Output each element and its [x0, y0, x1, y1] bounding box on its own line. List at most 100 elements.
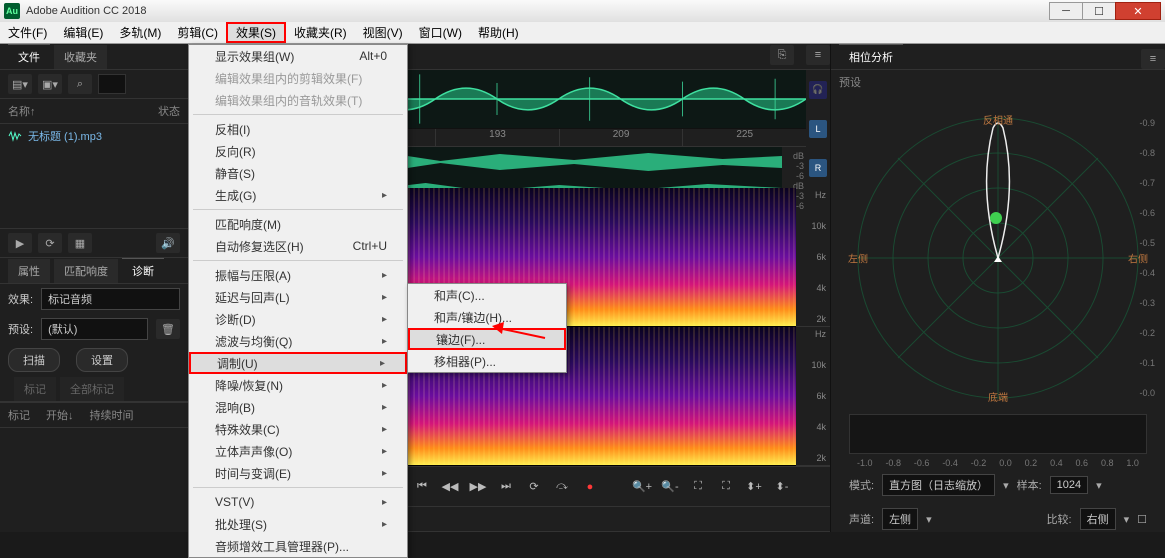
- preset-label: 预设: [839, 74, 861, 90]
- compare-select[interactable]: 右侧: [1080, 508, 1116, 530]
- skip-button[interactable]: ⤼: [550, 476, 574, 498]
- menu-delay-echo[interactable]: 延迟与回声(L): [189, 286, 407, 308]
- zoom-in-v-icon[interactable]: ⬍+: [742, 476, 766, 498]
- menu-generate[interactable]: 生成(G): [189, 184, 407, 206]
- mode-select[interactable]: 直方图（日志缩放）: [882, 474, 995, 496]
- sample-label: 样本:: [1017, 477, 1042, 493]
- tab-favorites[interactable]: 收藏夹: [54, 45, 107, 69]
- col-status[interactable]: 状态: [158, 103, 180, 119]
- menu-view[interactable]: 视图(V): [355, 22, 411, 43]
- effect-select[interactable]: 标记音频: [41, 288, 180, 310]
- autoplay-icon[interactable]: ▦: [68, 233, 92, 253]
- phase-x-scale: -1.0-0.8-0.6-0.4-0.20.00.20.40.60.81.0: [839, 458, 1157, 468]
- menu-favorites[interactable]: 收藏夹(R): [286, 22, 355, 43]
- sample-select[interactable]: 1024: [1050, 476, 1088, 494]
- tab-loudness[interactable]: 匹配响度: [54, 259, 118, 283]
- annotation-arrow: [490, 320, 550, 344]
- axis-bottom: 底端: [988, 389, 1008, 404]
- zoom-out-icon[interactable]: 🔍-: [658, 476, 682, 498]
- maximize-button[interactable]: ☐: [1082, 2, 1116, 20]
- effect-label: 效果:: [8, 291, 33, 307]
- channel-right-button[interactable]: R: [809, 159, 827, 177]
- mode-label: 模式:: [849, 477, 874, 493]
- prev-button[interactable]: ⏮: [410, 476, 434, 498]
- menu-time-pitch[interactable]: 时间与变调(E): [189, 462, 407, 484]
- axis-top: 反相通: [983, 112, 1013, 127]
- titlebar: Au Adobe Audition CC 2018 ─ ☐ ✕: [0, 0, 1165, 22]
- volume-icon[interactable]: 🔊: [156, 233, 180, 253]
- channel-headphone-icon[interactable]: 🎧: [809, 81, 827, 99]
- loop-icon[interactable]: ⟳: [38, 233, 62, 253]
- channel-left-button[interactable]: L: [809, 120, 827, 138]
- tab-all-markers[interactable]: 全部标记: [60, 377, 124, 401]
- next-button[interactable]: ⏭: [494, 476, 518, 498]
- menu-show-effect-rack[interactable]: 显示效果组(W)Alt+0: [189, 45, 407, 67]
- menu-file[interactable]: 文件(F): [0, 22, 55, 43]
- panel-menu-icon[interactable]: ≡: [806, 45, 830, 65]
- marker-col-start[interactable]: 开始↓: [46, 407, 74, 423]
- submenu-chorus[interactable]: 和声(C)...: [408, 284, 566, 306]
- tab-diagnostics[interactable]: 诊断: [122, 258, 164, 283]
- zoom-in-icon[interactable]: 🔍+: [630, 476, 654, 498]
- tab-marker[interactable]: 标记: [14, 377, 56, 401]
- settings-button[interactable]: 设置: [76, 348, 128, 372]
- rewind-button[interactable]: ◀◀: [438, 476, 462, 498]
- marker-col-dur[interactable]: 持续时间: [90, 407, 134, 423]
- menubar: 文件(F) 编辑(E) 多轨(M) 剪辑(C) 效果(S) 收藏夹(R) 视图(…: [0, 22, 1165, 44]
- phase-y-scale: -0.9-0.8-0.7-0.6-0.5-0.4-0.3-0.2-0.1-0.0: [1139, 118, 1155, 398]
- menu-modulation[interactable]: 调制(U): [189, 352, 407, 374]
- channel-label: 声道:: [849, 511, 874, 527]
- menu-reverse[interactable]: 反向(R): [189, 140, 407, 162]
- file-row[interactable]: 无标题 (1).mp3: [0, 124, 188, 148]
- menu-clip[interactable]: 剪辑(C): [169, 22, 226, 43]
- menu-filter-eq[interactable]: 滤波与均衡(Q): [189, 330, 407, 352]
- zoom-icon[interactable]: ⎘: [770, 45, 794, 65]
- link-icon[interactable]: ☐: [1137, 513, 1147, 526]
- effects-menu: 显示效果组(W)Alt+0 编辑效果组内的剪辑效果(F) 编辑效果组内的音轨效果…: [188, 44, 408, 558]
- minimize-button[interactable]: ─: [1049, 2, 1083, 20]
- menu-diagnostics[interactable]: 诊断(D): [189, 308, 407, 330]
- axis-left: 左侧: [848, 251, 868, 266]
- tab-properties[interactable]: 属性: [8, 259, 50, 283]
- menu-stereo-imagery[interactable]: 立体声声像(O): [189, 440, 407, 462]
- zoom-sel-icon[interactable]: ⛶: [714, 476, 738, 498]
- zoom-out-v-icon[interactable]: ⬍-: [770, 476, 794, 498]
- submenu-phaser[interactable]: 移相器(P)...: [408, 350, 566, 372]
- menu-invert[interactable]: 反相(I): [189, 118, 407, 140]
- panel-menu-icon[interactable]: ≡: [1141, 49, 1165, 69]
- new-file-icon[interactable]: ▤▾: [8, 74, 32, 94]
- col-name[interactable]: 名称↑: [8, 103, 36, 119]
- menu-special[interactable]: 特殊效果(C): [189, 418, 407, 440]
- menu-amplitude[interactable]: 振幅与压限(A): [189, 264, 407, 286]
- record-button[interactable]: ●: [578, 476, 602, 498]
- menu-window[interactable]: 窗口(W): [411, 22, 470, 43]
- menu-edit[interactable]: 编辑(E): [55, 22, 111, 43]
- zoom-full-icon[interactable]: ⛶: [686, 476, 710, 498]
- search-input[interactable]: [98, 74, 126, 94]
- tab-phase-analysis[interactable]: 相位分析: [839, 44, 903, 69]
- tab-files[interactable]: 文件: [8, 44, 50, 69]
- open-file-icon[interactable]: ▣▾: [38, 74, 62, 94]
- menu-noise-reduction[interactable]: 降噪/恢复(N): [189, 374, 407, 396]
- marker-col-name[interactable]: 标记: [8, 407, 30, 423]
- waveform-icon: [8, 130, 22, 142]
- ffwd-button[interactable]: ▶▶: [466, 476, 490, 498]
- menu-vst[interactable]: VST(V): [189, 491, 407, 513]
- menu-reverb[interactable]: 混响(B): [189, 396, 407, 418]
- menu-plugin-manager[interactable]: 音频增效工具管理器(P)...: [189, 535, 407, 557]
- menu-multitrack[interactable]: 多轨(M): [111, 22, 169, 43]
- play-icon[interactable]: ▶: [8, 233, 32, 253]
- menu-silence[interactable]: 静音(S): [189, 162, 407, 184]
- scan-button[interactable]: 扫描: [8, 348, 60, 372]
- menu-effects[interactable]: 效果(S): [226, 22, 286, 43]
- record-icon[interactable]: ⌕: [68, 74, 92, 94]
- menu-match-loudness[interactable]: 匹配响度(M): [189, 213, 407, 235]
- loop-button[interactable]: ⟳: [522, 476, 546, 498]
- preset-select[interactable]: (默认): [41, 318, 148, 340]
- delete-icon[interactable]: 🗑: [156, 319, 180, 339]
- menu-auto-heal[interactable]: 自动修复选区(H)Ctrl+U: [189, 235, 407, 257]
- app-logo: Au: [4, 3, 20, 19]
- menu-help[interactable]: 帮助(H): [470, 22, 527, 43]
- channel-select[interactable]: 左侧: [882, 508, 918, 530]
- close-button[interactable]: ✕: [1115, 2, 1161, 20]
